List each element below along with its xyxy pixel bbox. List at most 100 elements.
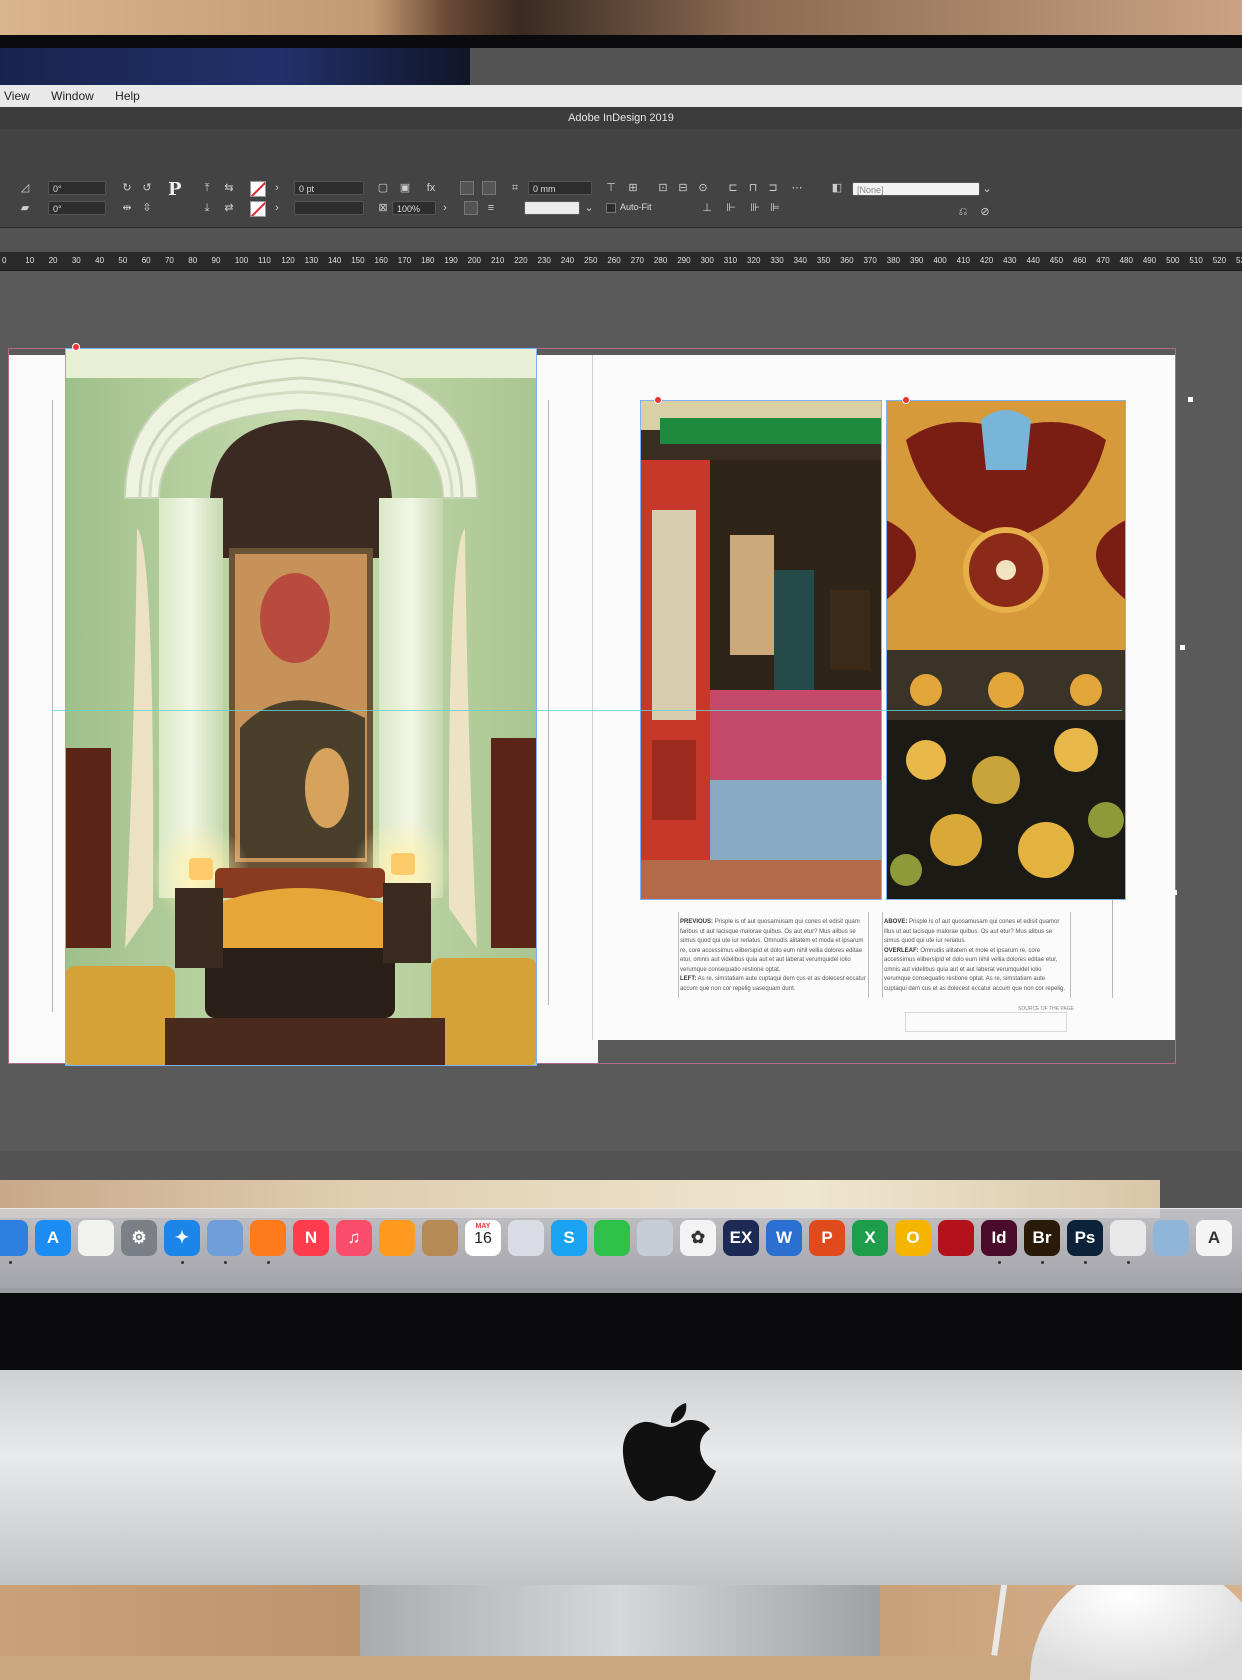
filemaker-icon[interactable]: EX	[723, 1220, 759, 1256]
menu-view[interactable]: View	[4, 85, 30, 107]
resize-handle[interactable]	[1180, 645, 1185, 650]
image-capture-icon[interactable]	[637, 1220, 673, 1256]
ruler-tick-label: 240	[560, 256, 575, 265]
system-preferences-icon[interactable]: ⚙	[121, 1220, 157, 1256]
align-top-edges-icon[interactable]: ⊤	[604, 181, 618, 195]
frame-anchor-icon[interactable]	[72, 343, 80, 351]
flip-vertical-icon[interactable]: ⇳	[140, 201, 154, 215]
menu-help[interactable]: Help	[115, 85, 140, 107]
style-options-icon[interactable]: ⊘	[978, 205, 992, 219]
acrobat-icon[interactable]	[938, 1220, 974, 1256]
powerpoint-icon[interactable]: P	[809, 1220, 845, 1256]
center-content-icon[interactable]: ⊙	[696, 181, 710, 195]
stroke-weight-field[interactable]: 0 pt	[294, 181, 364, 195]
align-horizontal-centers-icon[interactable]: ⊓	[746, 181, 760, 195]
frame-fitting-icon[interactable]: ▢	[376, 181, 390, 195]
excel-icon[interactable]: X	[852, 1220, 888, 1256]
fill-swatch-icon[interactable]	[250, 181, 266, 197]
stroke-menu-chevron-icon[interactable]: ›	[270, 201, 284, 215]
rotation-angle-field[interactable]: 0°	[48, 181, 106, 195]
wrap-options-icon[interactable]: ≡	[484, 201, 498, 215]
music-icon[interactable]: ♫	[336, 1220, 372, 1256]
horizontal-ruler[interactable]: 0 10 20 30 40 50 60 70 80 90 100 110 120 130 140 150 160…	[0, 252, 1242, 271]
select-previous-icon[interactable]: ⇆	[222, 181, 236, 195]
fill-frame-proportionally-icon[interactable]: ⊡	[656, 181, 670, 195]
select-next-icon[interactable]: ⇄	[222, 201, 236, 215]
photoshop-icon[interactable]: Ps	[1067, 1220, 1103, 1256]
resize-handle[interactable]	[1188, 397, 1193, 402]
menu-window[interactable]: Window	[51, 85, 94, 107]
distribute-left-icon[interactable]: ⊫	[768, 201, 782, 215]
clear-overrides-icon[interactable]: ⎌	[956, 205, 970, 219]
align-vertical-centers-icon[interactable]: ⊞	[626, 181, 640, 195]
flip-horizontal-icon[interactable]: ⇹	[120, 201, 134, 215]
corner-menu-chevron-icon[interactable]: ⌄	[582, 201, 596, 215]
text-edit-icon[interactable]: A	[1196, 1220, 1232, 1256]
ruler-guide[interactable]	[52, 710, 1122, 711]
doorway-photo[interactable]	[640, 400, 882, 900]
indesign-icon[interactable]: Id	[981, 1220, 1017, 1256]
distribute-icon[interactable]: ⋯	[790, 181, 804, 195]
scale-menu-chevron-icon[interactable]: ›	[438, 201, 452, 215]
preview-icon[interactable]	[207, 1220, 243, 1256]
folio-text-frame[interactable]	[905, 1012, 1067, 1032]
frame-content-icon[interactable]: ▣	[398, 181, 412, 195]
align-center-button[interactable]	[482, 181, 496, 195]
scale-percent-field[interactable]: 100%	[392, 201, 436, 215]
safari-icon[interactable]: ✦	[164, 1220, 200, 1256]
finder-icon[interactable]	[0, 1220, 28, 1256]
fit-content-proportionally-icon[interactable]: ⊟	[676, 181, 690, 195]
ornate-wall-photo[interactable]	[886, 400, 1126, 900]
distribute-centers-icon[interactable]: ⊩	[724, 201, 738, 215]
offset-field[interactable]: 0 mm	[528, 181, 592, 195]
align-right-edges-icon[interactable]: ⊐	[766, 181, 780, 195]
file-browser-icon[interactable]	[508, 1220, 544, 1256]
ruler-tick-label: 30	[71, 256, 81, 265]
caption-column-right[interactable]: ABOVE: Prisple is of aut quosamusam qui …	[884, 918, 1068, 994]
outlook-icon[interactable]: O	[895, 1220, 931, 1256]
notes-icon[interactable]	[78, 1220, 114, 1256]
calendar-icon[interactable]: MAY 16	[465, 1220, 501, 1256]
reference-point-icon[interactable]: P	[168, 179, 182, 200]
select-container-icon[interactable]: ⤒	[200, 181, 214, 195]
bridge-icon[interactable]: Br	[1024, 1220, 1060, 1256]
fill-menu-chevron-icon[interactable]: ›	[270, 181, 284, 195]
frame-anchor-icon[interactable]	[902, 396, 910, 404]
ruler-tick-label: 500	[1166, 256, 1180, 265]
caption-column-left[interactable]: PREVIOUS: Prisple is of aut quosamusam q…	[680, 918, 866, 994]
select-content-icon[interactable]: ⤓	[200, 201, 214, 215]
stroke-type-field[interactable]	[294, 201, 364, 215]
fit-content-icon[interactable]: ⌗	[508, 181, 522, 195]
ruler-tick-label: 360	[840, 256, 854, 265]
ruler-tick-label: 430	[1003, 256, 1017, 265]
resize-handle[interactable]	[1172, 890, 1177, 895]
skype-icon[interactable]: S	[551, 1220, 587, 1256]
screenshot-tool-icon[interactable]	[1153, 1220, 1189, 1256]
align-left-edges-icon[interactable]: ⊏	[726, 181, 740, 195]
rotate-counterclockwise-icon[interactable]: ↺	[140, 181, 154, 195]
text-wrap-button[interactable]	[464, 201, 478, 215]
bedroom-photo[interactable]	[65, 348, 537, 1066]
frame-anchor-icon[interactable]	[654, 396, 662, 404]
rotate-clockwise-icon[interactable]: ↻	[120, 181, 134, 195]
facetime-icon[interactable]	[594, 1220, 630, 1256]
ruler-tick-label: 250	[584, 256, 598, 265]
firefox-icon[interactable]	[250, 1220, 286, 1256]
distribute-top-icon[interactable]: ⊥	[700, 201, 714, 215]
stroke-swatch-icon[interactable]	[250, 201, 266, 217]
distribute-bottom-icon[interactable]: ⊪	[748, 201, 762, 215]
chrome-icon[interactable]	[1110, 1220, 1146, 1256]
app-store-icon[interactable]: A	[35, 1220, 71, 1256]
books-icon[interactable]	[379, 1220, 415, 1256]
contacts-icon[interactable]	[422, 1220, 458, 1256]
align-left-button[interactable]	[460, 181, 474, 195]
news-icon[interactable]: N	[293, 1220, 329, 1256]
object-style-field[interactable]: [None]	[852, 182, 980, 196]
object-style-chevron-icon[interactable]: ⌄	[980, 182, 994, 196]
shear-angle-field[interactable]: 0°	[48, 201, 106, 215]
effects-fx-icon[interactable]: fx	[424, 181, 438, 195]
corner-shape-field[interactable]	[524, 201, 580, 215]
photos-icon[interactable]: ✿	[680, 1220, 716, 1256]
auto-fit-checkbox[interactable]	[606, 203, 616, 213]
word-icon[interactable]: W	[766, 1220, 802, 1256]
